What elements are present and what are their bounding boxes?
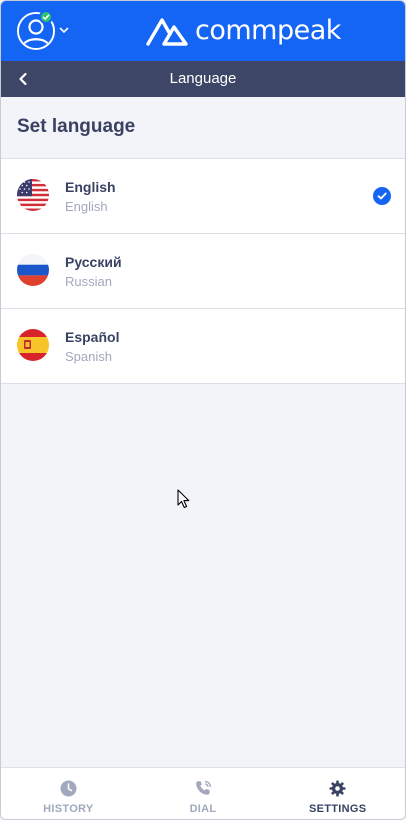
language-name: Español (65, 329, 120, 345)
language-name: English (65, 179, 116, 195)
language-option-spanish[interactable]: Español Spanish (1, 309, 405, 384)
nav-settings-label: SETTINGS (308, 803, 367, 815)
brand-name: commpeak (195, 14, 341, 46)
russia-flag-icon (17, 254, 49, 286)
gear-icon (329, 780, 346, 797)
commpeak-logo-icon (146, 18, 188, 46)
section-header: Set language (1, 97, 405, 159)
nav-dial[interactable]: DIAL (136, 768, 271, 819)
check-icon (42, 14, 50, 21)
nav-history-label: HISTORY (43, 803, 94, 815)
chevron-down-icon[interactable] (58, 24, 70, 36)
clock-icon (60, 780, 77, 797)
nav-dial-label: DIAL (189, 803, 217, 815)
language-option-russian[interactable]: Русский Russian (1, 234, 405, 309)
sub-header: Language (1, 61, 405, 97)
spain-flag-icon (17, 329, 49, 361)
language-subtitle: Russian (65, 274, 112, 289)
language-option-english[interactable]: English English (1, 159, 405, 234)
bottom-navigation: HISTORY DIAL SETTINGS (1, 767, 405, 819)
language-name: Русский (65, 254, 122, 270)
section-title: Set language (17, 116, 136, 137)
app-window: commpeak Language Set language English E… (0, 0, 406, 820)
page-title: Language (169, 70, 237, 87)
check-icon (377, 192, 387, 200)
language-subtitle: Spanish (65, 349, 112, 364)
selected-check-icon (373, 187, 391, 205)
top-bar: commpeak (1, 1, 405, 61)
language-list: English English Русский Russian Español … (1, 159, 405, 384)
online-status-badge (39, 10, 53, 24)
nav-settings[interactable]: SETTINGS (270, 768, 405, 819)
phone-dial-icon (195, 780, 211, 795)
language-subtitle: English (65, 199, 108, 214)
mouse-pointer-icon (177, 489, 190, 509)
nav-history[interactable]: HISTORY (1, 768, 136, 819)
us-flag-icon (17, 179, 49, 211)
brand-logo: commpeak (145, 13, 341, 47)
